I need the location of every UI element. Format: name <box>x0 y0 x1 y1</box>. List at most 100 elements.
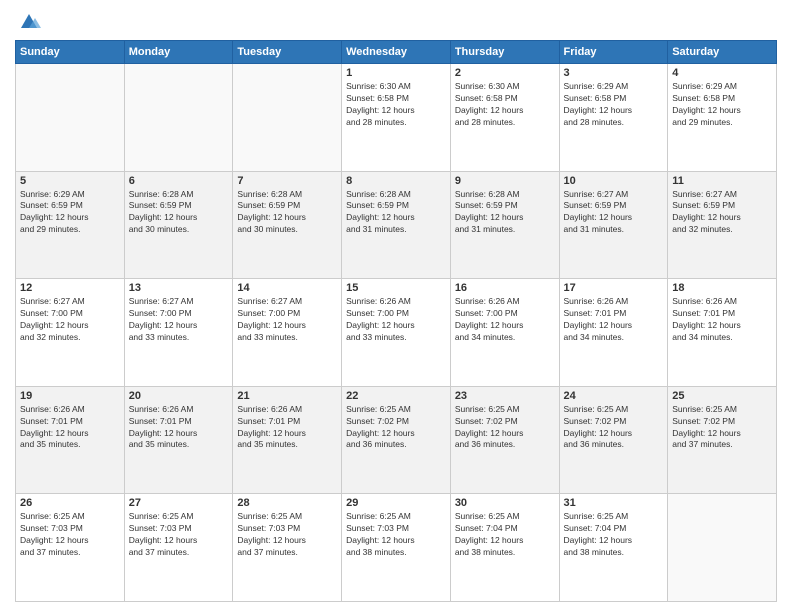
day-info: Sunrise: 6:30 AM Sunset: 6:58 PM Dayligh… <box>455 81 555 129</box>
calendar-cell: 15Sunrise: 6:26 AM Sunset: 7:00 PM Dayli… <box>342 279 451 387</box>
day-info: Sunrise: 6:27 AM Sunset: 7:00 PM Dayligh… <box>20 296 120 344</box>
calendar-cell: 8 Sunrise: 6:28 AM Sunset: 6:59 PM Daylig… <box>342 171 451 279</box>
calendar-cell: 25 Sunrise: 6:25 AM Sunset: 7:02 PM Dayli… <box>668 386 777 494</box>
calendar-cell: 19 Sunrise: 6:26 AM Sunset: 7:01 PM Dayli… <box>16 386 125 494</box>
day-number: 13 <box>129 282 229 294</box>
day-number: 3 <box>564 67 664 79</box>
week-row-2: 5 Sunrise: 6:29 AM Sunset: 6:59 PM Daylig… <box>16 171 777 279</box>
calendar-cell: 1 Sunrise: 6:30 AM Sunset: 6:58 PM Daylig… <box>342 64 451 172</box>
day-info: Sunrise: 6:25 AM Sunset: 7:03 PM Dayligh… <box>20 511 120 559</box>
day-info: Sunrise: 6:26 AM Sunset: 7:01 PM Dayligh… <box>564 296 664 344</box>
day-number: 14 <box>237 282 337 294</box>
day-info: Sunrise: 6:25 AM Sunset: 7:02 PM Dayligh… <box>564 404 664 452</box>
day-info: Sunrise: 6:28 AM Sunset: 6:59 PM Dayligh… <box>455 189 555 237</box>
day-number: 31 <box>564 497 664 509</box>
day-info: Sunrise: 6:26 AM Sunset: 7:00 PM Dayligh… <box>455 296 555 344</box>
day-number: 18 <box>672 282 772 294</box>
week-row-4: 19 Sunrise: 6:26 AM Sunset: 7:01 PM Dayli… <box>16 386 777 494</box>
day-info: Sunrise: 6:29 AM Sunset: 6:58 PM Dayligh… <box>672 81 772 129</box>
calendar-cell: 5 Sunrise: 6:29 AM Sunset: 6:59 PM Daylig… <box>16 171 125 279</box>
day-info: Sunrise: 6:26 AM Sunset: 7:01 PM Dayligh… <box>237 404 337 452</box>
calendar-cell: 30 Sunrise: 6:25 AM Sunset: 7:04 PM Dayli… <box>450 494 559 602</box>
day-number: 2 <box>455 67 555 79</box>
day-info: Sunrise: 6:28 AM Sunset: 6:59 PM Dayligh… <box>346 189 446 237</box>
day-info: Sunrise: 6:28 AM Sunset: 6:59 PM Dayligh… <box>129 189 229 237</box>
weekday-sunday: Sunday <box>16 41 125 64</box>
day-number: 27 <box>129 497 229 509</box>
week-row-3: 12Sunrise: 6:27 AM Sunset: 7:00 PM Dayli… <box>16 279 777 387</box>
day-info: Sunrise: 6:26 AM Sunset: 7:01 PM Dayligh… <box>672 296 772 344</box>
day-number: 8 <box>346 175 446 187</box>
day-info: Sunrise: 6:26 AM Sunset: 7:01 PM Dayligh… <box>20 404 120 452</box>
weekday-friday: Friday <box>559 41 668 64</box>
day-info: Sunrise: 6:25 AM Sunset: 7:02 PM Dayligh… <box>455 404 555 452</box>
calendar-cell: 6 Sunrise: 6:28 AM Sunset: 6:59 PM Daylig… <box>124 171 233 279</box>
day-number: 10 <box>564 175 664 187</box>
calendar-cell: 21 Sunrise: 6:26 AM Sunset: 7:01 PM Dayli… <box>233 386 342 494</box>
calendar-cell <box>668 494 777 602</box>
calendar-cell <box>124 64 233 172</box>
weekday-tuesday: Tuesday <box>233 41 342 64</box>
calendar-cell: 14 Sunrise: 6:27 AM Sunset: 7:00 PM Dayli… <box>233 279 342 387</box>
weekday-monday: Monday <box>124 41 233 64</box>
day-number: 17 <box>564 282 664 294</box>
page: SundayMondayTuesdayWednesdayThursdayFrid… <box>0 0 792 612</box>
day-number: 7 <box>237 175 337 187</box>
day-number: 16 <box>455 282 555 294</box>
day-number: 1 <box>346 67 446 79</box>
day-number: 29 <box>346 497 446 509</box>
calendar-cell: 16 Sunrise: 6:26 AM Sunset: 7:00 PM Dayli… <box>450 279 559 387</box>
day-info: Sunrise: 6:27 AM Sunset: 7:00 PM Dayligh… <box>129 296 229 344</box>
day-info: Sunrise: 6:25 AM Sunset: 7:02 PM Dayligh… <box>346 404 446 452</box>
weekday-wednesday: Wednesday <box>342 41 451 64</box>
calendar-cell: 11 Sunrise: 6:27 AM Sunset: 6:59 PM Dayli… <box>668 171 777 279</box>
calendar-cell: 27Sunrise: 6:25 AM Sunset: 7:03 PM Dayli… <box>124 494 233 602</box>
calendar-cell: 28 Sunrise: 6:25 AM Sunset: 7:03 PM Dayli… <box>233 494 342 602</box>
day-number: 11 <box>672 175 772 187</box>
calendar-cell: 26 Sunrise: 6:25 AM Sunset: 7:03 PM Dayli… <box>16 494 125 602</box>
day-number: 15 <box>346 282 446 294</box>
calendar-cell: 24 Sunrise: 6:25 AM Sunset: 7:02 PM Dayli… <box>559 386 668 494</box>
calendar-cell: 18 Sunrise: 6:26 AM Sunset: 7:01 PM Dayli… <box>668 279 777 387</box>
day-number: 24 <box>564 390 664 402</box>
calendar-cell: 17 Sunrise: 6:26 AM Sunset: 7:01 PM Dayli… <box>559 279 668 387</box>
day-number: 21 <box>237 390 337 402</box>
day-number: 30 <box>455 497 555 509</box>
weekday-thursday: Thursday <box>450 41 559 64</box>
header <box>15 10 777 34</box>
day-info: Sunrise: 6:25 AM Sunset: 7:03 PM Dayligh… <box>237 511 337 559</box>
day-number: 20 <box>129 390 229 402</box>
day-number: 5 <box>20 175 120 187</box>
calendar-cell: 23 Sunrise: 6:25 AM Sunset: 7:02 PM Dayli… <box>450 386 559 494</box>
day-info: Sunrise: 6:25 AM Sunset: 7:03 PM Dayligh… <box>346 511 446 559</box>
calendar-cell: 4 Sunrise: 6:29 AM Sunset: 6:58 PM Daylig… <box>668 64 777 172</box>
day-info: Sunrise: 6:28 AM Sunset: 6:59 PM Dayligh… <box>237 189 337 237</box>
calendar-table: SundayMondayTuesdayWednesdayThursdayFrid… <box>15 40 777 602</box>
day-info: Sunrise: 6:25 AM Sunset: 7:02 PM Dayligh… <box>672 404 772 452</box>
day-number: 25 <box>672 390 772 402</box>
day-info: Sunrise: 6:29 AM Sunset: 6:59 PM Dayligh… <box>20 189 120 237</box>
day-info: Sunrise: 6:27 AM Sunset: 6:59 PM Dayligh… <box>672 189 772 237</box>
day-number: 26 <box>20 497 120 509</box>
day-info: Sunrise: 6:26 AM Sunset: 7:01 PM Dayligh… <box>129 404 229 452</box>
day-number: 22 <box>346 390 446 402</box>
day-number: 28 <box>237 497 337 509</box>
calendar-cell: 10Sunrise: 6:27 AM Sunset: 6:59 PM Dayli… <box>559 171 668 279</box>
day-number: 9 <box>455 175 555 187</box>
day-number: 4 <box>672 67 772 79</box>
logo-icon <box>17 10 41 34</box>
day-info: Sunrise: 6:27 AM Sunset: 7:00 PM Dayligh… <box>237 296 337 344</box>
day-number: 6 <box>129 175 229 187</box>
day-number: 19 <box>20 390 120 402</box>
calendar-cell: 2 Sunrise: 6:30 AM Sunset: 6:58 PM Daylig… <box>450 64 559 172</box>
day-number: 23 <box>455 390 555 402</box>
calendar-cell: 29 Sunrise: 6:25 AM Sunset: 7:03 PM Dayli… <box>342 494 451 602</box>
calendar-cell <box>16 64 125 172</box>
calendar-cell: 20 Sunrise: 6:26 AM Sunset: 7:01 PM Dayli… <box>124 386 233 494</box>
day-info: Sunrise: 6:30 AM Sunset: 6:58 PM Dayligh… <box>346 81 446 129</box>
calendar-cell: 31 Sunrise: 6:25 AM Sunset: 7:04 PM Dayli… <box>559 494 668 602</box>
calendar-cell: 12Sunrise: 6:27 AM Sunset: 7:00 PM Dayli… <box>16 279 125 387</box>
day-info: Sunrise: 6:25 AM Sunset: 7:04 PM Dayligh… <box>455 511 555 559</box>
weekday-saturday: Saturday <box>668 41 777 64</box>
day-info: Sunrise: 6:25 AM Sunset: 7:04 PM Dayligh… <box>564 511 664 559</box>
